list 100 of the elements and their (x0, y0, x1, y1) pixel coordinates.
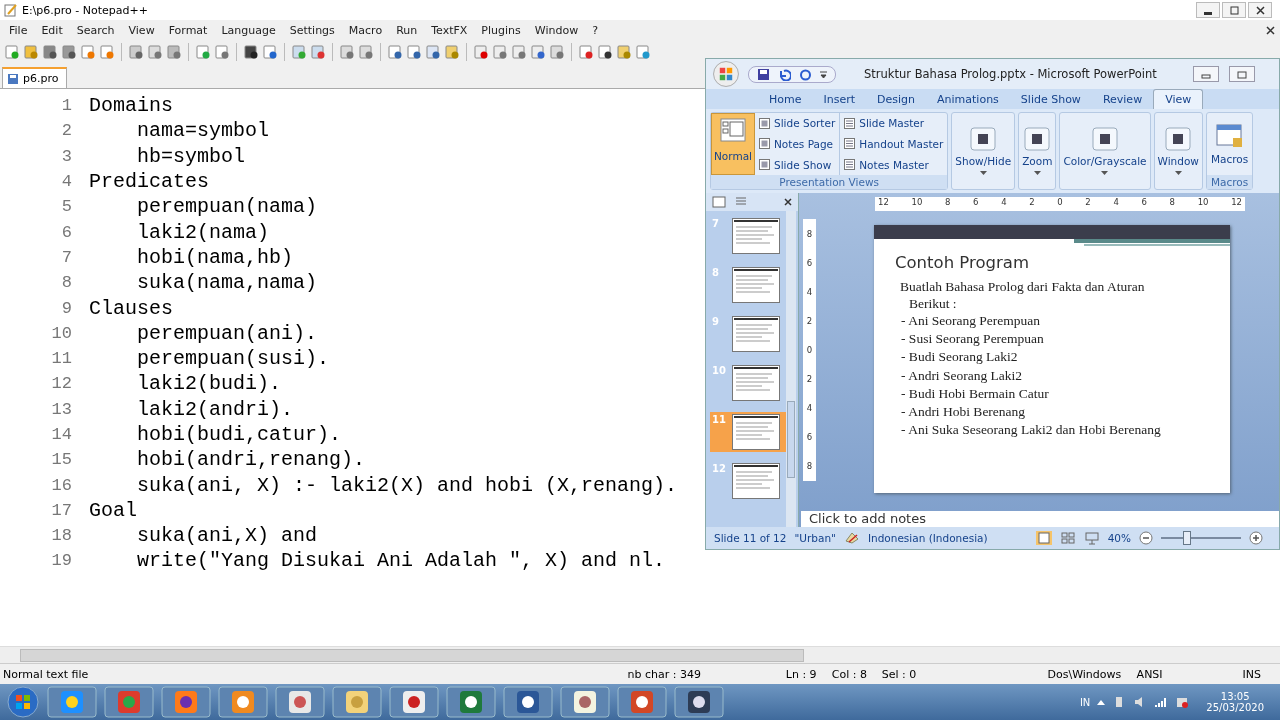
code-line: nama=symbol (137, 119, 270, 143)
ribbon-button[interactable]: Color/Grayscale (1060, 113, 1150, 189)
view-button[interactable]: Handout Master (844, 138, 944, 150)
line-number: 19 (50, 551, 72, 571)
restore-button[interactable] (1229, 66, 1255, 82)
ribbon-button[interactable]: Window (1154, 113, 1202, 189)
minimize-icon (1201, 71, 1211, 79)
thumbnail-drawing (732, 414, 780, 450)
ribbon-tab[interactable]: Insert (812, 90, 867, 109)
normal-view-icon[interactable] (1035, 531, 1052, 545)
slides-tab[interactable] (712, 196, 726, 208)
window-title: Struktur Bahasa Prolog.pptx - Microsoft PowerPoint (864, 67, 1157, 81)
customize-icon[interactable] (820, 69, 827, 79)
encoding: ANSI (1135, 667, 1164, 681)
ribbon-icon (970, 127, 997, 151)
menu-item[interactable]: TextFX (424, 23, 475, 37)
view-button[interactable]: Slide Master (844, 117, 944, 130)
menu-item[interactable]: Plugins (474, 23, 528, 37)
show-hidden-icons[interactable] (1097, 699, 1106, 705)
start-button[interactable] (6, 685, 40, 719)
slide-counter: Slide 11 of 12 (714, 532, 787, 544)
code-line: Domains (89, 94, 173, 118)
line-number: 3 (60, 146, 72, 166)
view-button[interactable]: Notes Page (759, 138, 836, 150)
file-tab[interactable]: p6.pro (2, 67, 68, 88)
menu-item[interactable]: Settings (282, 23, 342, 37)
zoom-slider[interactable] (1161, 531, 1241, 545)
ribbon-tab[interactable]: Animations (926, 90, 1010, 109)
code-line: laki2(andri). (137, 397, 294, 421)
thumbnail-drawing (732, 218, 780, 254)
line-number: 6 (60, 222, 72, 242)
menu-item[interactable]: Language (214, 23, 283, 37)
slide-show-icon[interactable] (1083, 531, 1100, 545)
line-number: 5 (60, 197, 72, 217)
close-icon[interactable] (1266, 25, 1275, 35)
language: Indonesian (Indonesia) (867, 532, 988, 544)
line-number: 10 (50, 323, 72, 343)
office-button[interactable] (712, 60, 740, 88)
signal-icon[interactable] (1154, 695, 1169, 709)
line-ending: Dos\Windows (1046, 667, 1123, 681)
ribbon-button[interactable]: Show/Hide (952, 113, 1015, 189)
thumbnail-drawing (732, 463, 780, 499)
menu-item[interactable]: Window (527, 23, 586, 37)
slide-bullet: - Budi Seorang Laki2 (901, 348, 1019, 367)
slider-thumb[interactable] (1183, 531, 1192, 545)
menu-item[interactable]: Macro (341, 23, 390, 37)
ribbon-icon (1024, 127, 1051, 151)
ribbon-tab[interactable]: Review (1091, 90, 1154, 109)
close-button[interactable] (1248, 2, 1272, 18)
line-number: 2 (60, 121, 72, 141)
close-icon[interactable] (784, 198, 792, 206)
view-button[interactable]: Slide Sorter (759, 117, 836, 130)
ribbon-button[interactable]: Zoom (1019, 113, 1056, 189)
code-line: Predicates (89, 170, 210, 194)
caret-icon (979, 171, 987, 175)
input-language[interactable]: IN (1079, 696, 1091, 708)
slide-text: Buatlah Bahasa Prolog dari Fakta dan Aturan Berikut : (900, 278, 1146, 312)
clock-time[interactable]: 13:05 (1220, 691, 1250, 702)
ribbon-tab[interactable]: View (1153, 89, 1204, 109)
thumbnail-drawing (732, 267, 780, 303)
normal-view-icon (720, 118, 746, 142)
ribbon-tab[interactable]: Home (758, 90, 813, 109)
minimize-button[interactable] (1196, 2, 1220, 18)
window-title: E:\p6.pro - Notepad++ (22, 3, 148, 17)
slide-sorter-icon[interactable] (1059, 531, 1076, 545)
code-line: laki2(nama) (137, 220, 270, 244)
file-type: Normal text file (2, 667, 90, 681)
normal-view-button[interactable]: Normal (711, 113, 755, 175)
ribbon-tab[interactable]: Slide Show (1009, 90, 1092, 109)
caret-icon (1101, 171, 1109, 175)
vertical-scrollbar[interactable] (786, 211, 796, 527)
notes-field[interactable]: Click to add notes (801, 511, 1279, 527)
macros-button[interactable]: Macros (1206, 113, 1253, 175)
line-position: Ln : 9 (784, 667, 818, 681)
insert-mode: INS (1241, 667, 1263, 681)
clock-date[interactable]: 25/03/2020 (1206, 702, 1264, 713)
char-count: nb char : 349 (626, 667, 702, 681)
code-line: hobi(andri,renang). (137, 448, 366, 472)
ribbon-tab[interactable]: Design (866, 90, 927, 109)
menu-item[interactable]: Run (389, 23, 425, 37)
master-view-icon (844, 159, 856, 171)
restore-icon (1237, 71, 1247, 79)
menu-item[interactable]: ? (585, 23, 605, 37)
line-number: 13 (50, 399, 72, 419)
slide-bullet: - Ani Seorang Perempuan (901, 312, 1042, 330)
menu-item[interactable]: Format (161, 23, 215, 37)
line-number: 17 (50, 500, 72, 520)
menu-item[interactable]: Search (69, 23, 122, 37)
column-position: Col : 8 (830, 667, 869, 681)
view-button[interactable]: Slide Show (759, 158, 836, 171)
code-line: Goal (89, 498, 137, 522)
menu-item[interactable]: Edit (34, 23, 70, 37)
view-button[interactable]: Notes Master (844, 158, 944, 171)
menu-item[interactable]: File (2, 23, 35, 37)
horizontal-scrollbar[interactable] (0, 646, 1280, 663)
table-icon (1215, 123, 1244, 149)
line-number: 12 (50, 374, 72, 394)
menu-item[interactable]: View (121, 23, 162, 37)
caret-icon (1033, 171, 1041, 175)
slide-bullet: - Susi Seorang Perempuan (901, 330, 1045, 349)
